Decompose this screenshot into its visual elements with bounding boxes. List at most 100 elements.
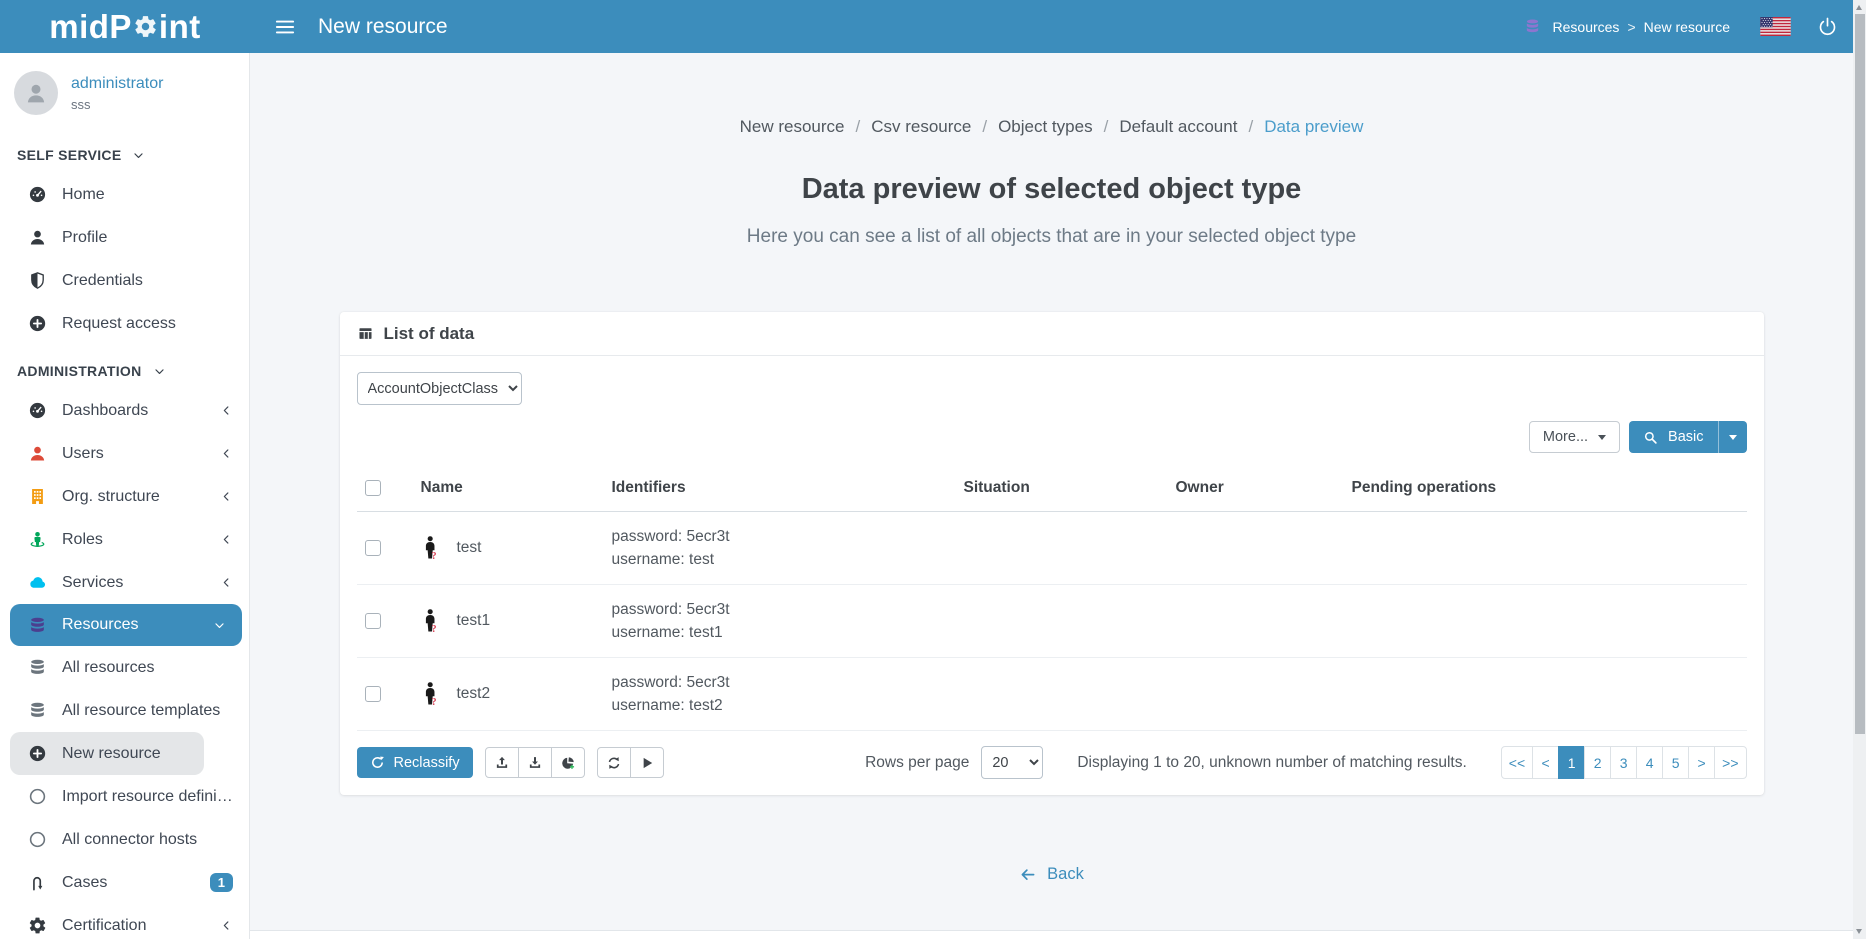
sidebar-item-label: Roles: [62, 531, 103, 549]
scroll-down-arrow-icon[interactable]: [1856, 929, 1862, 934]
sidebar-item-all-resource-templates[interactable]: All resource templates: [0, 689, 249, 732]
svg-text:?: ?: [431, 697, 436, 707]
rows-per-page-select[interactable]: 20: [981, 746, 1043, 779]
sidebar-item-all-connector-hosts[interactable]: All connector hosts: [0, 818, 249, 861]
avatar[interactable]: [14, 71, 58, 115]
download-button[interactable]: [518, 747, 552, 778]
scrollbar-thumb[interactable]: [1855, 14, 1865, 734]
sidebar: administrator sss SELF SERVICE HomeProfi…: [0, 53, 250, 939]
table-row[interactable]: ?test1password: 5ecr3tusername: test1: [357, 585, 1747, 658]
cases-icon: [28, 873, 47, 892]
sidebar-section-administration[interactable]: ADMINISTRATION: [0, 353, 249, 389]
midpoint-logo[interactable]: midPint: [0, 8, 250, 46]
sidebar-item-import-resource-definition[interactable]: Import resource definit…: [0, 775, 249, 818]
sidebar-item-request-access[interactable]: Request access: [0, 302, 249, 345]
wizard-step-csv-resource[interactable]: Csv resource: [871, 117, 971, 136]
wizard-step-new-resource[interactable]: New resource: [740, 117, 845, 136]
row-checkbox[interactable]: [365, 613, 381, 629]
sidebar-item-new-resource[interactable]: New resource: [10, 732, 204, 775]
paging-summary: Displaying 1 to 20, unknown number of ma…: [1077, 754, 1466, 772]
page-1[interactable]: 1: [1558, 746, 1585, 779]
chevron-left-icon: [220, 404, 233, 417]
page-3[interactable]: 3: [1610, 746, 1637, 779]
sidebar-item-org-structure[interactable]: Org. structure: [0, 475, 249, 518]
sidebar-item-all-resources[interactable]: All resources: [0, 646, 249, 689]
hamburger-menu-button[interactable]: [272, 14, 298, 40]
logo-text: int: [159, 8, 201, 46]
wizard-step-object-types[interactable]: Object types: [998, 117, 1093, 136]
object-class-select[interactable]: AccountObjectClass: [357, 372, 522, 405]
sidebar-item-certification[interactable]: Certification: [0, 904, 249, 939]
sidebar-section-self-service[interactable]: SELF SERVICE: [0, 137, 249, 173]
sidebar-item-cases[interactable]: Cases1: [0, 861, 249, 904]
circle-outline-icon: [28, 787, 47, 806]
list-of-data-panel: List of data AccountObjectClass More...: [340, 312, 1764, 795]
account-person-icon: ?: [421, 535, 442, 561]
page-5[interactable]: 5: [1662, 746, 1689, 779]
gear-icon: [133, 14, 158, 39]
sidebar-item-label: Certification: [62, 917, 146, 935]
upload-button[interactable]: [485, 747, 519, 778]
sidebar-item-label: All connector hosts: [62, 831, 197, 849]
column-header-name[interactable]: Name: [413, 465, 604, 512]
scroll-up-arrow-icon[interactable]: [1856, 5, 1862, 10]
navbar-breadcrumb-resources[interactable]: Resources: [1553, 19, 1620, 35]
sidebar-item-label: Cases: [62, 874, 107, 892]
user-name-link[interactable]: administrator: [71, 75, 163, 93]
navbar-breadcrumb-new-resource[interactable]: New resource: [1644, 19, 1730, 35]
sidebar-item-users[interactable]: Users: [0, 432, 249, 475]
row-pending-operations: [1344, 658, 1747, 731]
back-button[interactable]: Back: [250, 865, 1853, 884]
section-label: ADMINISTRATION: [17, 363, 142, 379]
scrollbar[interactable]: [1853, 0, 1866, 939]
row-name: test2: [457, 685, 491, 703]
resume-paging-button[interactable]: [630, 747, 664, 778]
resource-database-icon: [1524, 18, 1541, 35]
sidebar-item-dashboards[interactable]: Dashboards: [0, 389, 249, 432]
refresh-button[interactable]: [597, 747, 631, 778]
wizard-step-default-account[interactable]: Default account: [1119, 117, 1237, 136]
sidebar-item-resources[interactable]: Resources: [10, 604, 242, 646]
search-mode-dropdown-toggle[interactable]: [1718, 421, 1747, 453]
reclassify-button[interactable]: Reclassify: [357, 747, 473, 778]
main-content: New resource/Csv resource/Object types/D…: [250, 53, 1853, 939]
table-row[interactable]: ?test2password: 5ecr3tusername: test2: [357, 658, 1747, 731]
sidebar-item-credentials[interactable]: Credentials: [0, 259, 249, 302]
breadcrumb-separator: /: [982, 117, 987, 136]
dashboard-icon: [28, 185, 47, 204]
sidebar-item-profile[interactable]: Profile: [0, 216, 249, 259]
page-4[interactable]: 4: [1636, 746, 1663, 779]
select-all-checkbox[interactable]: [365, 480, 381, 496]
page-last[interactable]: >>: [1714, 746, 1746, 779]
navbar-page-title: New resource: [318, 15, 448, 39]
reclassify-label: Reclassify: [394, 755, 460, 771]
user-icon: [28, 444, 47, 463]
language-flag-us-icon[interactable]: [1760, 17, 1791, 36]
more-search-options-button[interactable]: More...: [1529, 421, 1620, 453]
sidebar-item-roles[interactable]: Roles: [0, 518, 249, 561]
sidebar-item-label: All resources: [62, 659, 154, 677]
panel-header: List of data: [340, 312, 1764, 356]
database-icon: [28, 658, 47, 677]
sidebar-item-home[interactable]: Home: [0, 173, 249, 216]
wizard-breadcrumb: New resource/Csv resource/Object types/D…: [250, 53, 1853, 137]
page-next[interactable]: >: [1688, 746, 1715, 779]
basic-search-button[interactable]: Basic: [1629, 421, 1746, 453]
page-2[interactable]: 2: [1584, 746, 1611, 779]
logout-power-icon[interactable]: [1817, 16, 1838, 37]
caret-down-icon: [1729, 435, 1737, 440]
row-checkbox[interactable]: [365, 540, 381, 556]
breadcrumb-separator: /: [1248, 117, 1253, 136]
wizard-step-data-preview[interactable]: Data preview: [1264, 117, 1363, 136]
row-pending-operations: [1344, 512, 1747, 585]
user-icon: [28, 228, 47, 247]
chevron-left-icon: [220, 490, 233, 503]
page-first[interactable]: <<: [1501, 746, 1533, 779]
row-owner: [1168, 585, 1344, 658]
row-checkbox[interactable]: [365, 686, 381, 702]
column-header-situation: Situation: [956, 465, 1168, 512]
create-report-button[interactable]: [551, 747, 585, 778]
sidebar-item-services[interactable]: Services: [0, 561, 249, 604]
table-row[interactable]: ?testpassword: 5ecr3tusername: test: [357, 512, 1747, 585]
page-prev[interactable]: <: [1532, 746, 1559, 779]
